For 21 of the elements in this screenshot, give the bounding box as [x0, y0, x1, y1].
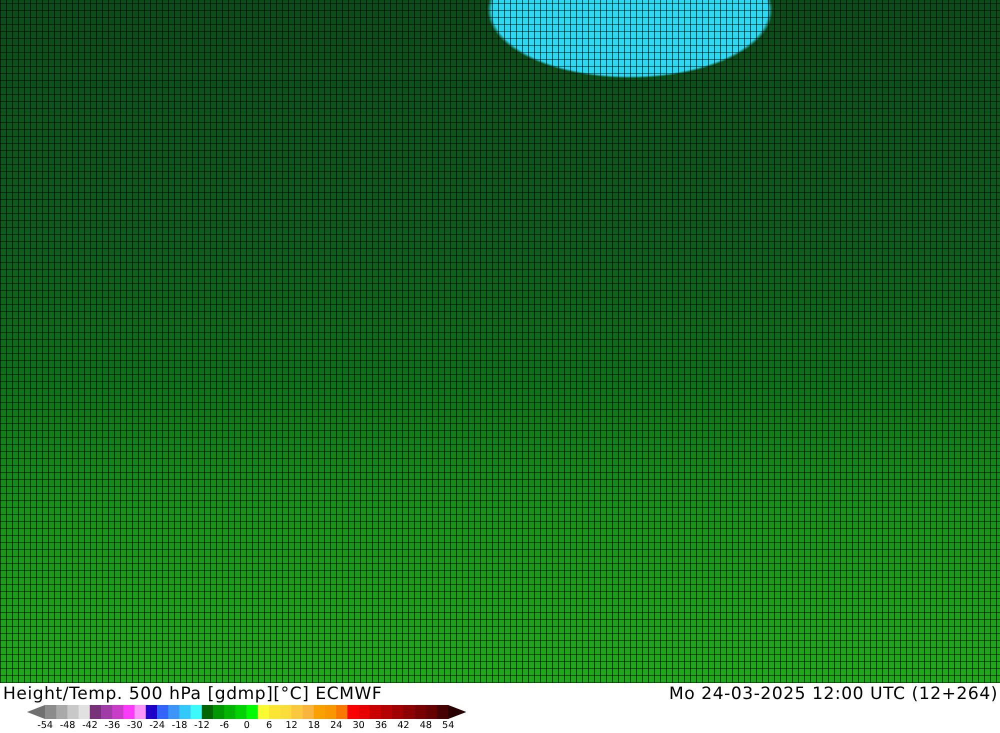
colorbar-tick-label: 0: [242, 719, 251, 733]
valid-time: Mo 24-03-2025 12:00 UTC (12+264): [669, 684, 998, 704]
colorbar-tick-label: -6: [218, 719, 230, 733]
colorbar-tick-label: 48: [418, 719, 433, 733]
colorbar-tick-label: -18: [170, 719, 188, 733]
colorbar-tick-label: -24: [148, 719, 166, 733]
colorbar-tick-label: 12: [284, 719, 299, 733]
colorbar-tick-label: 18: [306, 719, 321, 733]
colorbar-tick-label: -42: [81, 719, 99, 733]
colorbar-tick-label: -48: [58, 719, 76, 733]
colorbar-tick-label: -30: [126, 719, 144, 733]
colorbar-tick-label: -12: [193, 719, 211, 733]
colorbar-tick-label: 54: [441, 719, 456, 733]
map-title: Height/Temp. 500 hPa [gdmp][°C] ECMWF: [3, 684, 382, 704]
colorbar-tick-label: 42: [396, 719, 410, 733]
colorbar-tick-label: 36: [374, 719, 388, 733]
colorbar-tick-label: -54: [36, 719, 54, 733]
colorbar-tick-label: -36: [104, 719, 122, 733]
colorbar-tick-label: 24: [329, 719, 344, 733]
colorbar-tick-label: 30: [352, 719, 366, 733]
colorbar-tick-label: 6: [265, 719, 274, 733]
